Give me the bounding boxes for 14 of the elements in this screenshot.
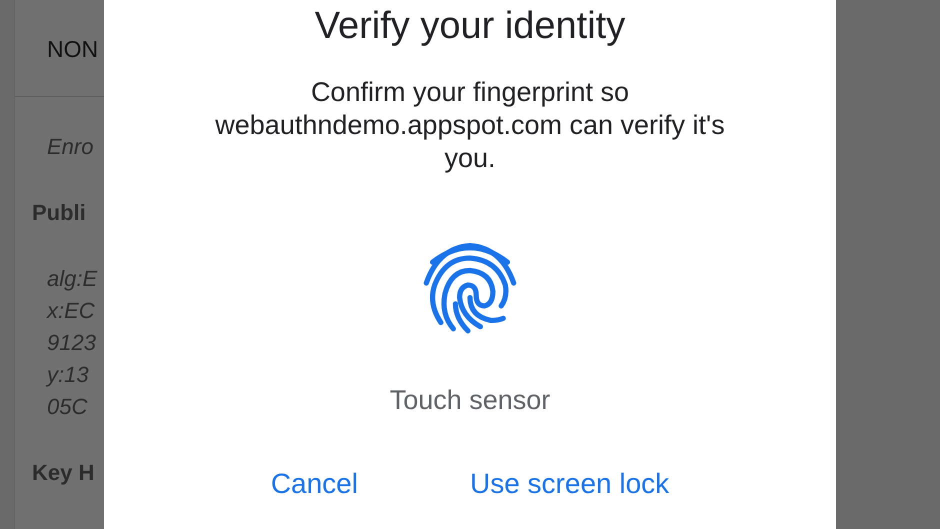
sensor-label: Touch sensor xyxy=(390,385,550,416)
detail-text: Enro xyxy=(46,133,94,161)
detail-text: 05C xyxy=(46,393,88,421)
section-label: Key H xyxy=(31,459,96,487)
detail-text: x:EC xyxy=(45,297,96,325)
dialog-message: Confirm your fingerprint so webauthndemo.appspot.com can verify it's you. xyxy=(214,76,726,175)
detail-text: alg:E xyxy=(46,265,98,293)
page-heading: NON xyxy=(47,36,98,62)
detail-text: 9123 xyxy=(46,329,97,357)
detail-text: y:13 xyxy=(44,361,90,389)
dialog-button[interactable]: Cancel xyxy=(270,468,358,500)
section-label: Publi xyxy=(31,199,87,227)
dialog-title: Verify your identity xyxy=(314,4,626,48)
dialog-button[interactable]: Use screen lock xyxy=(470,468,670,500)
